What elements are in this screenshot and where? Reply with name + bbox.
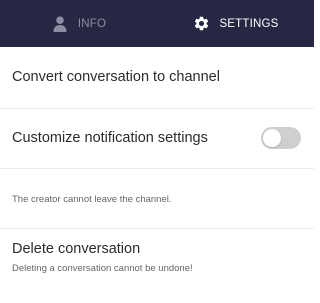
tab-bar: INFO SETTINGS — [0, 0, 314, 47]
user-icon — [51, 15, 69, 33]
tab-info[interactable]: INFO — [0, 0, 157, 47]
convert-to-channel-row[interactable]: Convert conversation to channel — [0, 47, 314, 109]
creator-note-row: The creator cannot leave the channel. — [0, 169, 314, 229]
gear-icon — [192, 15, 210, 33]
creator-note-text: The creator cannot leave the channel. — [12, 194, 172, 205]
toggle-knob — [263, 129, 281, 147]
notification-settings-label: Customize notification settings — [12, 130, 208, 146]
notification-settings-row: Customize notification settings — [0, 109, 314, 169]
notification-settings-toggle[interactable] — [261, 127, 301, 149]
delete-conversation-label: Delete conversation — [12, 241, 141, 257]
tab-settings-label: SETTINGS — [219, 17, 279, 30]
conversation-settings-panel: INFO SETTINGS Convert conversation to ch… — [0, 0, 314, 303]
delete-conversation-row[interactable]: Delete conversation Deleting a conversat… — [0, 229, 314, 283]
convert-to-channel-label: Convert conversation to channel — [12, 69, 220, 85]
tab-settings[interactable]: SETTINGS — [157, 0, 314, 47]
delete-conversation-warning: Deleting a conversation cannot be undone… — [12, 263, 193, 274]
tab-info-label: INFO — [77, 17, 107, 30]
